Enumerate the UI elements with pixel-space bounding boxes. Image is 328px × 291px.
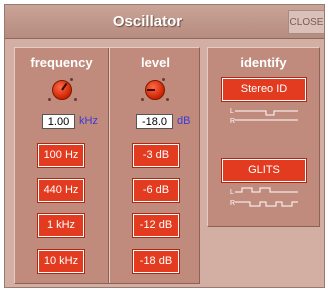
waveform-right-label: R xyxy=(230,118,235,125)
frequency-preset-100hz-button[interactable]: 100 Hz xyxy=(37,143,85,168)
frequency-value-input[interactable]: 1.00 xyxy=(42,114,75,129)
level-knob[interactable] xyxy=(145,80,165,100)
identify-panel: identify Stereo ID L R GLITS L R xyxy=(207,47,320,227)
stereo-id-waveform: L R xyxy=(230,108,298,125)
oscillator-window: Oscillator CLOSE frequency 1.00 kHz 100 … xyxy=(4,4,325,288)
frequency-preset-10khz-button[interactable]: 10 kHz xyxy=(37,249,85,274)
knob-tick xyxy=(70,78,73,81)
waveform-left-label: L xyxy=(230,189,234,196)
close-button[interactable]: CLOSE xyxy=(288,10,324,34)
stereo-id-button[interactable]: Stereo ID xyxy=(221,77,307,102)
knob-tick xyxy=(74,98,77,101)
glits-waveform: L R xyxy=(230,187,298,207)
knob-tick xyxy=(162,78,165,81)
frequency-unit: kHz xyxy=(79,115,98,127)
waveform-right-label: R xyxy=(230,200,235,207)
glits-button[interactable]: GLITS xyxy=(221,158,307,183)
window-title: Oscillator xyxy=(112,13,183,30)
level-heading: level xyxy=(141,55,170,70)
level-preset-minus3db-button[interactable]: -3 dB xyxy=(132,143,180,168)
frequency-knob-pointer xyxy=(61,82,68,91)
level-preset-minus18db-button[interactable]: -18 dB xyxy=(132,249,180,274)
frequency-level-panel: frequency 1.00 kHz 100 Hz 440 Hz 1 kHz 1… xyxy=(14,47,200,284)
frequency-preset-440hz-button[interactable]: 440 Hz xyxy=(37,178,85,203)
level-value-input[interactable]: -18.0 xyxy=(136,114,173,129)
knob-tick xyxy=(166,98,169,101)
frequency-heading: frequency xyxy=(30,55,93,70)
identify-heading: identify xyxy=(240,55,287,70)
level-preset-minus12db-button[interactable]: -12 dB xyxy=(132,213,180,238)
frequency-preset-1khz-button[interactable]: 1 kHz xyxy=(37,213,85,238)
frequency-knob[interactable] xyxy=(52,80,72,100)
column-divider-highlight xyxy=(109,48,110,283)
level-knob-pointer xyxy=(147,89,155,91)
knob-tick xyxy=(48,98,51,101)
level-preset-minus6db-button[interactable]: -6 dB xyxy=(132,178,180,203)
waveform-left-label: L xyxy=(230,108,234,115)
knob-tick xyxy=(141,98,144,101)
title-bar: Oscillator CLOSE xyxy=(5,5,324,39)
level-unit: dB xyxy=(177,115,191,127)
